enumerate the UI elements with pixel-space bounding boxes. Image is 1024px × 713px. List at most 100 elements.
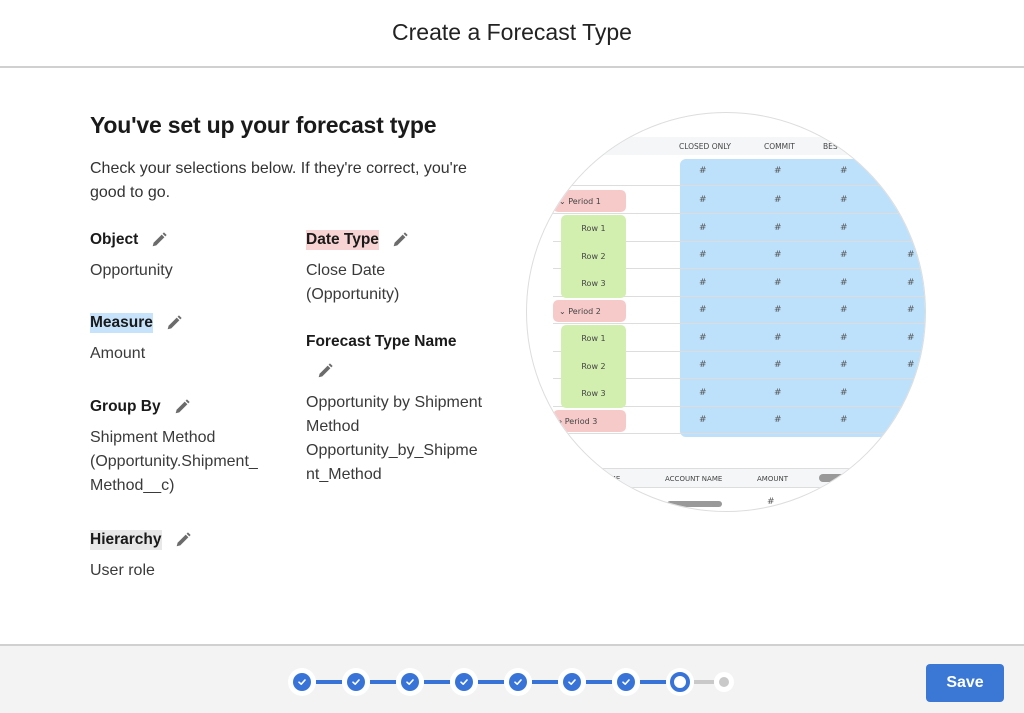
page-description: Check your selections below. If they're … [90, 160, 467, 201]
forecast-illustration: CLOSED ONLY COMMIT BES ALS # # # ⌄ Period 1 # # # R… [526, 112, 926, 512]
field-measure: Measure Amount [90, 313, 280, 366]
edit-pencil-icon[interactable] [391, 231, 409, 249]
edit-pencil-icon[interactable] [150, 231, 168, 249]
edit-pencil-icon[interactable] [173, 398, 191, 416]
illustration-row-pill: Row 2 [561, 242, 626, 270]
field-value: Amount [90, 345, 146, 362]
illustration-cell: # [699, 387, 707, 398]
illustration-cell: # [840, 360, 848, 370]
modal-header: Create a Forecast Type [0, 0, 1024, 68]
illustration-lower-column-label: ACCOUNT NAME [665, 475, 723, 483]
illustration-cell: # [774, 222, 782, 233]
illustration-cell: # [699, 222, 707, 233]
field-label: Date Type [306, 230, 379, 250]
progress-step-upcoming [714, 672, 734, 692]
field-label: Object [90, 231, 139, 248]
illustration-column-label: COMMIT [764, 142, 795, 151]
field-label: Hierarchy [90, 530, 162, 550]
illustration-column-label: CLOSED ONLY [679, 142, 731, 151]
progress-step-completed[interactable] [342, 668, 370, 696]
progress-connector [586, 680, 612, 684]
field-label: Group By [90, 398, 161, 415]
field-value: Opportunity [90, 262, 173, 279]
edit-pencil-icon[interactable] [174, 531, 192, 549]
field-value: User role [90, 562, 155, 579]
illustration-cell: # [699, 195, 707, 205]
illustration-cell: # [774, 195, 782, 205]
progress-step-completed[interactable] [558, 668, 586, 696]
illustration-cell: # [699, 360, 707, 370]
illustration-cell: # [840, 332, 848, 343]
illustration-row-pill: Row 1 [561, 214, 626, 243]
illustration-cell: # [840, 222, 848, 233]
chevron-icon: › [559, 416, 563, 426]
illustration-cell: # [774, 250, 782, 260]
checkmark-icon [621, 677, 631, 687]
illustration-cell: # [774, 360, 782, 370]
progress-step-completed[interactable] [612, 668, 640, 696]
illustration-cell: # [840, 387, 848, 398]
edit-pencil-icon[interactable] [165, 314, 183, 332]
summary-content: You've set up your forecast type Check y… [90, 112, 510, 205]
illustration-cell: # [699, 277, 707, 288]
progress-step-completed[interactable] [288, 668, 316, 696]
illustration-cell: # [840, 277, 848, 288]
illustration-cell: # [774, 415, 782, 425]
illustration-cell: # [907, 277, 915, 288]
progress-indicator [288, 668, 734, 696]
progress-connector [694, 680, 714, 684]
illustration-placeholder-bar [667, 501, 722, 507]
illustration-period-pill: ⌄ Period 2 [553, 300, 626, 322]
field-forecast-type-name: Forecast Type Name Opportunity by Shipmen… [306, 332, 496, 487]
progress-connector [424, 680, 450, 684]
progress-connector [370, 680, 396, 684]
checkmark-icon [459, 677, 469, 687]
progress-step-current[interactable] [666, 668, 694, 696]
illustration-cell: # [699, 415, 707, 425]
illustration-lower-header: AME ACCOUNT NAME AMOUNT [527, 468, 925, 488]
checkmark-icon [405, 677, 415, 687]
field-value: Shipment Method (Opportunity.Shipment_ M… [90, 429, 258, 494]
progress-step-completed[interactable] [450, 668, 478, 696]
illustration-row-pill: Row 1 [561, 324, 626, 353]
illustration-cell: # [907, 305, 915, 315]
illustration-cell: # [699, 305, 707, 315]
page-title: You've set up your forecast type [90, 112, 437, 138]
chevron-icon: ⌄ [559, 306, 566, 316]
illustration-cell: # [699, 332, 707, 343]
illustration-period-pill: ⌄ Period 1 [553, 190, 626, 212]
illustration-row-pill: Row 2 [561, 352, 626, 380]
chevron-icon: ⌄ [559, 196, 566, 206]
field-hierarchy: Hierarchy User role [90, 530, 280, 583]
progress-step-completed[interactable] [504, 668, 532, 696]
field-value: Close Date (Opportunity) [306, 262, 400, 303]
field-label: Forecast Type Name [306, 333, 457, 350]
checkmark-icon [297, 677, 307, 687]
illustration-cell: # [840, 250, 848, 260]
field-label: Measure [90, 313, 153, 333]
illustration-cell: # [699, 166, 707, 176]
illustration-row-pill: Row 3 [561, 379, 626, 408]
edit-pencil-icon[interactable] [316, 362, 334, 380]
progress-step-completed[interactable] [396, 668, 424, 696]
illustration-cell: # [699, 250, 707, 260]
illustration-row-pill: Row 3 [561, 269, 626, 298]
illustration-totals-label: ALS [563, 167, 583, 177]
checkmark-icon [513, 677, 523, 687]
progress-connector [316, 680, 342, 684]
illustration-cell: # [840, 305, 848, 315]
illustration-cell: # [774, 332, 782, 343]
illustration-cell: # [907, 332, 915, 343]
illustration-cell: # [774, 277, 782, 288]
illustration-lower-column-label: AMOUNT [757, 475, 788, 483]
progress-connector [532, 680, 558, 684]
save-button[interactable]: Save [926, 664, 1004, 702]
illustration-lower-column-label: AME [605, 475, 621, 483]
illustration-cell: # [774, 387, 782, 398]
progress-connector [478, 680, 504, 684]
field-object: Object Opportunity [90, 230, 280, 283]
illustration-cell: # [907, 360, 915, 370]
field-group-by: Group By Shipment Method (Opportunity.Shi… [90, 397, 275, 498]
illustration-column-header: CLOSED ONLY COMMIT BES [527, 137, 925, 155]
illustration-cell: # [840, 195, 848, 205]
